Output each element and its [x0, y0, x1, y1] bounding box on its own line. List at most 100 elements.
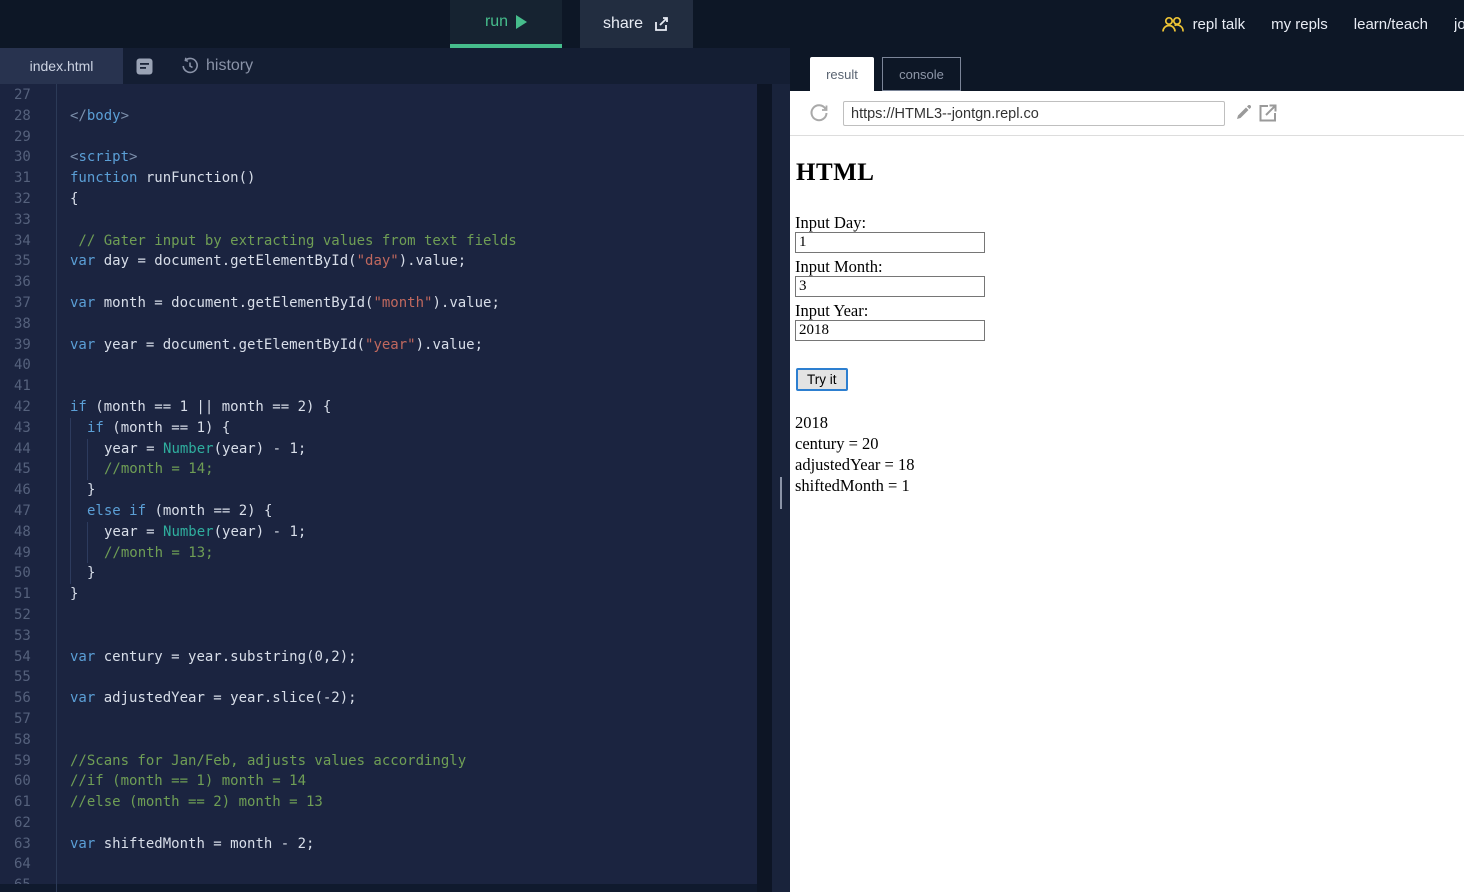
- refresh-button[interactable]: [809, 103, 829, 128]
- line-content: [57, 813, 70, 834]
- line-number: 54: [0, 647, 57, 668]
- line-content: }: [57, 563, 95, 584]
- line-number: 36: [0, 272, 57, 293]
- line-number: 43: [0, 418, 57, 439]
- share-button-label: share: [603, 15, 643, 33]
- indent-guide: [87, 522, 104, 543]
- run-button-label: run: [485, 13, 508, 31]
- line-number: 40: [0, 355, 57, 376]
- line-number: 34: [0, 231, 57, 252]
- code-editor[interactable]: 2728</body>2930<script>31function runFun…: [0, 84, 757, 892]
- line-content: var adjustedYear = year.slice(-2);: [57, 688, 357, 709]
- line-content: [57, 376, 70, 397]
- code-line: 39var year = document.getElementById("ye…: [0, 335, 757, 356]
- code-line: 34 // Gater input by extracting values f…: [0, 231, 757, 252]
- line-number: 44: [0, 439, 57, 460]
- line-content: [57, 355, 70, 376]
- line-number: 56: [0, 688, 57, 709]
- code-line: 40: [0, 355, 757, 376]
- code-line: 31function runFunction(): [0, 168, 757, 189]
- form-field: Input Day:: [795, 213, 1464, 253]
- line-content: function runFunction(): [57, 168, 255, 189]
- preview-pane: result console: [790, 48, 1464, 892]
- line-number: 30: [0, 147, 57, 168]
- editor-pane: index.html: [0, 48, 790, 892]
- line-content: var day = document.getElementById("day")…: [57, 251, 466, 272]
- line-content: {: [57, 189, 78, 210]
- line-number: 64: [0, 854, 57, 875]
- share-icon: [652, 15, 670, 33]
- url-input[interactable]: [843, 101, 1225, 126]
- history-button[interactable]: history: [181, 57, 253, 75]
- line-content: [57, 272, 70, 293]
- line-number: 62: [0, 813, 57, 834]
- vertical-scrollbar[interactable]: [757, 84, 772, 892]
- output-line: century = 20: [795, 433, 1464, 454]
- url-bar: [790, 91, 1464, 136]
- line-content: <script>: [57, 147, 137, 168]
- code-line: 53: [0, 626, 757, 647]
- code-line: 36: [0, 272, 757, 293]
- pane-resizer[interactable]: [772, 84, 790, 892]
- code-line: 55: [0, 667, 757, 688]
- form-fields: Input Day: Input Month: Input Year:: [795, 213, 1464, 341]
- document-icon: [136, 58, 153, 75]
- line-number: 33: [0, 210, 57, 231]
- edit-url-icon[interactable]: [1235, 105, 1251, 126]
- open-external-icon[interactable]: [1258, 103, 1278, 128]
- code-line: 37var month = document.getElementById("m…: [0, 293, 757, 314]
- file-tab-label: index.html: [30, 58, 94, 74]
- line-number: 42: [0, 397, 57, 418]
- gutter-border: [56, 84, 57, 892]
- code-line: 50}: [0, 563, 757, 584]
- nav-item-repl-talk[interactable]: repl talk: [1161, 16, 1246, 33]
- tab-result[interactable]: result: [810, 57, 874, 91]
- people-icon: [1161, 16, 1185, 33]
- horizontal-scrollbar[interactable]: [0, 884, 757, 892]
- form-field: Input Month:: [795, 257, 1464, 297]
- code-line: 27: [0, 85, 757, 106]
- line-content: if (month == 1 || month == 2) {: [57, 397, 331, 418]
- try-it-button[interactable]: Try it: [796, 368, 848, 391]
- line-content: // Gater input by extracting values from…: [57, 231, 517, 252]
- code-line: 57: [0, 709, 757, 730]
- share-button[interactable]: share: [580, 0, 693, 48]
- line-content: //else (month == 2) month = 13: [57, 792, 323, 813]
- nav-item-learn-teach[interactable]: learn/teach: [1354, 16, 1428, 33]
- code-line: 51}: [0, 584, 757, 605]
- file-list-button[interactable]: [136, 58, 153, 75]
- line-number: 55: [0, 667, 57, 688]
- line-number: 50: [0, 563, 57, 584]
- month-input[interactable]: [795, 276, 985, 297]
- output-lines: 2018century = 20adjustedYear = 18shifted…: [795, 412, 1464, 496]
- replit-window: run share repl talk my repls learn/teach jo…: [0, 0, 1464, 892]
- indent-guide: [70, 418, 87, 439]
- day-input[interactable]: [795, 232, 985, 253]
- line-content: [57, 626, 70, 647]
- line-number: 32: [0, 189, 57, 210]
- nav-item-jo[interactable]: jo: [1454, 16, 1464, 33]
- output-line: adjustedYear = 18: [795, 454, 1464, 475]
- code-line: 64: [0, 854, 757, 875]
- code-line: 45//month = 14;: [0, 459, 757, 480]
- indent-guide: [70, 459, 87, 480]
- line-content: var month = document.getElementById("mon…: [57, 293, 500, 314]
- code-line: 58: [0, 730, 757, 751]
- form-field: Input Year:: [795, 301, 1464, 341]
- nav-item-my-repls[interactable]: my repls: [1271, 16, 1328, 33]
- code-line: 61//else (month == 2) month = 13: [0, 792, 757, 813]
- month-input-label: Input Month:: [795, 257, 1464, 275]
- tab-console[interactable]: console: [882, 57, 961, 91]
- code-line: 47else if (month == 2) {: [0, 501, 757, 522]
- line-content: //Scans for Jan/Feb, adjusts values acco…: [57, 751, 466, 772]
- line-content: [57, 854, 70, 875]
- line-number: 51: [0, 584, 57, 605]
- code-line: 35var day = document.getElementById("day…: [0, 251, 757, 272]
- line-content: [57, 127, 70, 148]
- code-line: 28</body>: [0, 106, 757, 127]
- year-input[interactable]: [795, 320, 985, 341]
- console-tab-label: console: [899, 67, 944, 82]
- line-content: [57, 709, 70, 730]
- tab-index-html[interactable]: index.html: [0, 48, 123, 84]
- run-button[interactable]: run: [450, 0, 562, 48]
